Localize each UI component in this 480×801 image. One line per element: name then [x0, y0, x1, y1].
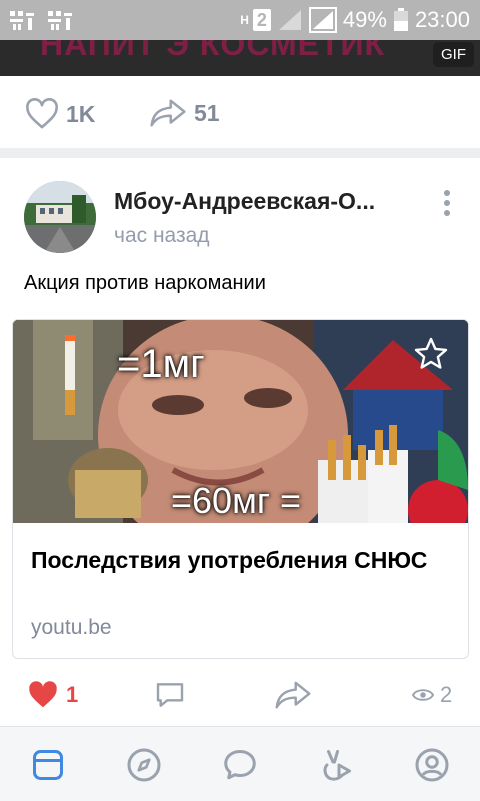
- gif-preview[interactable]: НАПИТ Э КОСМЕТИК GIF: [0, 40, 480, 76]
- clips-icon: [323, 750, 351, 781]
- heart-filled-icon: [29, 681, 57, 708]
- share-count: 51: [194, 99, 220, 126]
- nav-explore[interactable]: [124, 745, 164, 785]
- top-post-actions: 1K 51: [0, 76, 480, 149]
- link-domain: youtu.be: [31, 616, 112, 639]
- post-text: Акция против наркомании: [24, 272, 266, 294]
- clock: 23:00: [414, 7, 470, 32]
- battery-icon: [393, 8, 408, 31]
- nav-clips[interactable]: [316, 745, 356, 785]
- profile-icon: [415, 748, 449, 782]
- more-vertical-icon[interactable]: [440, 190, 454, 218]
- like-button[interactable]: 1K: [24, 98, 95, 130]
- share-button[interactable]: 51: [148, 98, 220, 128]
- link-card[interactable]: =1мг =60мг = Последствия употребления СН…: [12, 319, 469, 659]
- nav-messages[interactable]: [220, 745, 260, 785]
- messages-icon: [224, 750, 256, 780]
- post-author[interactable]: Мбоу-Андреевская-О...: [114, 188, 375, 215]
- share-icon: [150, 99, 186, 127]
- share-icon: [275, 681, 311, 709]
- share-button[interactable]: [274, 680, 312, 710]
- bookmark-star-icon[interactable]: [413, 336, 449, 372]
- views: 2: [412, 682, 452, 708]
- explore-compass-icon: [127, 748, 161, 782]
- network-h-icon: H: [240, 13, 249, 27]
- like-button[interactable]: 1: [26, 680, 78, 710]
- signal-icon: [308, 7, 337, 33]
- newsfeed-icon: [33, 750, 63, 780]
- nav-profile[interactable]: [412, 745, 452, 785]
- avatar[interactable]: [24, 181, 96, 253]
- status-bar: H 2 49% 23:00: [0, 0, 480, 40]
- comment-button[interactable]: [154, 680, 186, 710]
- battery-percent: 49%: [342, 7, 387, 32]
- nav-newsfeed[interactable]: [28, 745, 68, 785]
- gif-badge: GIF: [433, 42, 474, 67]
- gif-overlay-art: НАПИТ Э КОСМЕТИК: [40, 40, 386, 62]
- app-notification-icon: [10, 11, 34, 30]
- signal-icon: [278, 10, 301, 30]
- heart-icon: [26, 98, 58, 129]
- post-time: час назад: [114, 224, 210, 247]
- bottom-navigation: [0, 726, 480, 801]
- video-thumbnail[interactable]: =1мг =60мг =: [13, 320, 468, 523]
- like-count: 1K: [66, 100, 96, 127]
- eye-icon: [412, 689, 434, 701]
- post-actions: 1 2: [0, 668, 480, 728]
- app-notification-icon: [48, 11, 72, 30]
- link-title[interactable]: Последствия употребления СНЮС: [31, 546, 451, 574]
- comment-icon: [156, 683, 184, 707]
- like-count: 1: [66, 682, 79, 707]
- thumbnail-text-bottom: =60мг =: [171, 480, 301, 521]
- sim-2-icon: 2: [252, 9, 271, 31]
- post-separator: [0, 148, 480, 158]
- view-count: 2: [440, 682, 453, 707]
- thumbnail-text-top: =1мг: [117, 342, 205, 386]
- post: Мбоу-Андреевская-О... час назад Акция пр…: [0, 158, 480, 726]
